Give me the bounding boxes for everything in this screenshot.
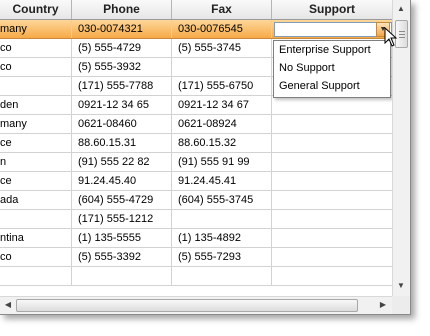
cell-country[interactable]: ce bbox=[0, 172, 72, 190]
table-row[interactable]: ce 91.24.45.40 91.24.45.41 bbox=[0, 172, 392, 191]
cell-country[interactable]: co bbox=[0, 248, 72, 266]
table-row[interactable]: n (91) 555 22 82 (91) 555 91 99 bbox=[0, 153, 392, 172]
cell-fax[interactable]: 91.24.45.41 bbox=[172, 172, 272, 190]
cell-support[interactable] bbox=[272, 267, 392, 285]
column-header-support[interactable]: Support bbox=[272, 0, 392, 19]
cell-fax[interactable]: (5) 555-7293 bbox=[172, 248, 272, 266]
cell-country[interactable]: co bbox=[0, 58, 72, 76]
cell-fax[interactable]: 0621-08924 bbox=[172, 115, 272, 133]
table-row[interactable]: ntina (1) 135-5555 (1) 135-4892 bbox=[0, 229, 392, 248]
horizontal-scrollbar[interactable]: ◀ ▶ bbox=[0, 296, 392, 314]
grip-line bbox=[399, 37, 405, 38]
cell-support[interactable] bbox=[272, 96, 392, 114]
cell-country[interactable] bbox=[0, 267, 72, 285]
table-row[interactable]: (171) 555-1212 bbox=[0, 210, 392, 229]
cell-phone[interactable]: 88.60.15.31 bbox=[72, 134, 172, 152]
column-header-country[interactable]: Country bbox=[0, 0, 72, 19]
table-row[interactable]: many 0621-08460 0621-08924 bbox=[0, 115, 392, 134]
cell-country[interactable]: ce bbox=[0, 134, 72, 152]
cell-phone[interactable]: (171) 555-1212 bbox=[72, 210, 172, 228]
cell-fax[interactable]: (5) 555-3745 bbox=[172, 39, 272, 57]
support-dropdown-list: Enterprise Support No Support General Su… bbox=[273, 40, 391, 98]
arrow-left-icon[interactable]: ◀ bbox=[0, 297, 16, 313]
table-row[interactable]: ada (604) 555-4729 (604) 555-3745 bbox=[0, 191, 392, 210]
cell-phone[interactable]: (5) 555-3932 bbox=[72, 58, 172, 76]
cell-country[interactable]: many bbox=[0, 115, 72, 133]
cell-phone[interactable]: (91) 555 22 82 bbox=[72, 153, 172, 171]
cell-country[interactable]: n bbox=[0, 153, 72, 171]
grip-line bbox=[399, 31, 405, 32]
cell-support[interactable] bbox=[272, 191, 392, 209]
column-header-phone[interactable]: Phone bbox=[72, 0, 172, 19]
cell-fax[interactable] bbox=[172, 58, 272, 76]
cell-phone[interactable]: (1) 135-5555 bbox=[72, 229, 172, 247]
cell-fax[interactable]: 88.60.15.32 bbox=[172, 134, 272, 152]
mouse-pointer-icon bbox=[384, 27, 398, 47]
cell-country[interactable] bbox=[0, 77, 72, 95]
data-grid-window: Country Phone Fax Support many 030-007432… bbox=[0, 0, 411, 315]
cell-fax[interactable]: 0921-12 34 67 bbox=[172, 96, 272, 114]
cell-country[interactable]: many bbox=[0, 20, 72, 38]
grip-line bbox=[399, 34, 405, 35]
cell-country[interactable] bbox=[0, 210, 72, 228]
grid-header: Country Phone Fax Support bbox=[0, 0, 392, 20]
dropdown-option-general-support[interactable]: General Support bbox=[274, 77, 390, 95]
cell-phone[interactable] bbox=[72, 267, 172, 285]
cell-support[interactable] bbox=[272, 229, 392, 247]
arrow-up-icon[interactable]: ▲ bbox=[393, 1, 409, 17]
cell-fax[interactable] bbox=[172, 267, 272, 285]
cell-country[interactable]: ada bbox=[0, 191, 72, 209]
table-row[interactable]: ce 88.60.15.31 88.60.15.32 bbox=[0, 134, 392, 153]
dropdown-option-enterprise-support[interactable]: Enterprise Support bbox=[274, 41, 390, 59]
cell-phone[interactable]: (5) 555-3392 bbox=[72, 248, 172, 266]
cell-phone[interactable]: 0921-12 34 65 bbox=[72, 96, 172, 114]
dropdown-option-no-support[interactable]: No Support bbox=[274, 59, 390, 77]
cell-phone[interactable]: 91.24.45.40 bbox=[72, 172, 172, 190]
cell-fax[interactable]: (91) 555 91 99 bbox=[172, 153, 272, 171]
cell-fax[interactable] bbox=[172, 210, 272, 228]
data-grid: Country Phone Fax Support many 030-007432… bbox=[0, 0, 392, 296]
cell-support[interactable] bbox=[272, 172, 392, 190]
cell-support[interactable] bbox=[272, 115, 392, 133]
cell-fax[interactable]: (171) 555-6750 bbox=[172, 77, 272, 95]
cell-country[interactable]: den bbox=[0, 96, 72, 114]
cell-phone[interactable]: (604) 555-4729 bbox=[72, 191, 172, 209]
cell-phone[interactable]: (171) 555-7788 bbox=[72, 77, 172, 95]
cell-fax[interactable]: (1) 135-4892 bbox=[172, 229, 272, 247]
support-combobox[interactable] bbox=[274, 22, 392, 37]
cell-phone[interactable]: 030-0074321 bbox=[72, 20, 172, 38]
cell-phone[interactable]: 0621-08460 bbox=[72, 115, 172, 133]
cell-support[interactable] bbox=[272, 134, 392, 152]
cell-country[interactable]: ntina bbox=[0, 229, 72, 247]
cell-phone[interactable]: (5) 555-4729 bbox=[72, 39, 172, 57]
column-header-fax[interactable]: Fax bbox=[172, 0, 272, 19]
cell-support[interactable] bbox=[272, 153, 392, 171]
table-row[interactable] bbox=[0, 267, 392, 286]
horizontal-scroll-thumb[interactable] bbox=[16, 299, 358, 312]
cell-fax[interactable]: 030-0076545 bbox=[172, 20, 272, 38]
table-row[interactable]: co (5) 555-3392 (5) 555-7293 bbox=[0, 248, 392, 267]
cell-country[interactable]: co bbox=[0, 39, 72, 57]
table-row[interactable]: den 0921-12 34 65 0921-12 34 67 bbox=[0, 96, 392, 115]
cell-fax[interactable]: (604) 555-3745 bbox=[172, 191, 272, 209]
cell-support[interactable] bbox=[272, 210, 392, 228]
arrow-down-icon[interactable]: ▼ bbox=[393, 278, 409, 294]
scrollbar-corner bbox=[392, 296, 410, 314]
arrow-right-icon[interactable]: ▶ bbox=[375, 297, 391, 313]
cell-support[interactable] bbox=[272, 248, 392, 266]
